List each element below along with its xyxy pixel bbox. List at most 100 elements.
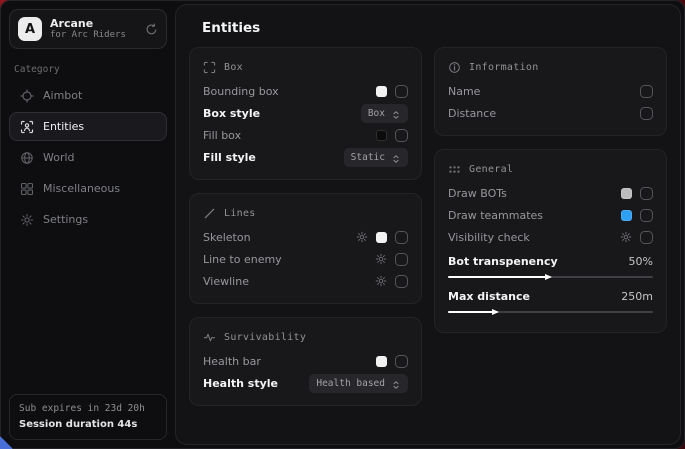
row-controls [620, 231, 653, 244]
sidebar-item-world[interactable]: World [9, 143, 167, 172]
color-swatch[interactable] [376, 86, 387, 97]
color-swatch[interactable] [376, 130, 387, 141]
color-swatch[interactable] [376, 356, 387, 367]
checkbox[interactable] [395, 231, 408, 244]
row-label: Health style [203, 377, 278, 390]
color-swatch[interactable] [621, 210, 632, 221]
lines-icon [203, 207, 216, 220]
row-label: Health bar [203, 355, 261, 368]
checkbox[interactable] [395, 129, 408, 142]
checkbox[interactable] [395, 85, 408, 98]
panel-general: GeneralDraw BOTsDraw teammatesVisibility… [434, 149, 667, 333]
brand-title: Arcane [50, 17, 126, 31]
panel-lines: LinesSkeletonLine to enemyViewline [189, 193, 422, 304]
selector-icon [391, 152, 401, 162]
globe-icon [20, 151, 34, 165]
color-swatch[interactable] [376, 232, 387, 243]
checkbox[interactable] [640, 107, 653, 120]
slider-bot-transpenency[interactable] [448, 276, 653, 278]
row-controls [356, 231, 408, 244]
slider-label-row: Max distance250m [448, 286, 653, 306]
sidebar-nav: Aimbot EntitiesWorldMiscellaneous Settings [9, 81, 167, 234]
entities-icon [20, 120, 34, 134]
main-content: Entities BoxBounding boxBox styleBoxFill… [175, 4, 681, 445]
survivability-icon [203, 331, 216, 344]
slider-label-row: Bot transpenency 50% [448, 251, 653, 271]
sidebar-item-miscellaneous[interactable]: Miscellaneous [9, 174, 167, 203]
row-line-to-enemy: Line to enemy [203, 248, 408, 270]
checkbox[interactable] [395, 355, 408, 368]
selector-icon [391, 108, 401, 118]
panel-header: Lines [203, 203, 408, 223]
sidebar-item-entities[interactable]: Entities [9, 112, 167, 141]
checkbox[interactable] [395, 253, 408, 266]
slider-value: 50% [629, 255, 653, 268]
gear-icon [20, 213, 34, 227]
selector-icon [391, 378, 401, 388]
color-swatch[interactable] [621, 188, 632, 199]
brand-card: A Arcane for Arc Riders [9, 9, 167, 49]
row-label: Skeleton [203, 231, 251, 244]
panel-header: General [448, 159, 653, 179]
slider-row-bot-transpenency: Bot transpenency 50% [448, 251, 653, 278]
crosshair-icon [20, 89, 34, 103]
row-name: Name [448, 80, 653, 102]
gear-icon[interactable] [375, 253, 387, 265]
refresh-icon[interactable] [145, 23, 158, 36]
row-controls [375, 253, 408, 266]
checkbox[interactable] [640, 85, 653, 98]
row-draw-teammates: Draw teammates [448, 204, 653, 226]
checkbox[interactable] [640, 231, 653, 244]
row-label: Visibility check [448, 231, 530, 244]
slider-thumb[interactable] [492, 309, 499, 315]
page-title: Entities [202, 20, 680, 36]
panel-column-2: Information NameDistance GeneralDraw BOTsD… [434, 47, 667, 333]
category-label: Category [14, 64, 162, 75]
row-label: Bot transpenency [448, 255, 558, 268]
sidebar-item-label: Aimbot [43, 89, 82, 102]
sidebar-item-settings[interactable]: Settings [9, 205, 167, 234]
panel-title: Information [469, 62, 539, 73]
sidebar: A Arcane for Arc Riders Category Aimbot E… [1, 1, 175, 448]
general-icon [448, 163, 461, 176]
row-health-bar: Health bar [203, 350, 408, 372]
select-fill-style[interactable]: Static [344, 148, 408, 167]
row-controls [621, 187, 653, 200]
slider-max-distance[interactable] [448, 311, 653, 313]
panel-title: Survivability [224, 332, 306, 343]
row-health-style: Health style Health based [203, 372, 408, 394]
slider-fill [448, 276, 548, 278]
slider-thumb[interactable] [545, 274, 552, 280]
subscription-card: Sub expires in 23d 20h Session duration … [9, 394, 167, 440]
sidebar-item-aimbot[interactable]: Aimbot [9, 81, 167, 110]
gear-icon[interactable] [620, 231, 632, 243]
gear-icon[interactable] [356, 231, 368, 243]
row-fill-style: Fill style Static [203, 146, 408, 168]
checkbox[interactable] [395, 275, 408, 288]
slider-value: 250m [621, 290, 653, 303]
row-controls [375, 275, 408, 288]
panel-column-1: BoxBounding boxBox styleBoxFill boxFill … [189, 47, 422, 406]
sidebar-item-label: Settings [43, 213, 88, 226]
grid-icon [20, 182, 34, 196]
panel-title: Lines [224, 208, 256, 219]
screen: A Arcane for Arc Riders Category Aimbot E… [0, 0, 685, 449]
checkbox[interactable] [640, 187, 653, 200]
sub-expiry-text: Sub expires in 23d 20h [19, 402, 157, 417]
select-box-style[interactable]: Box [361, 104, 408, 123]
row-distance: Distance [448, 102, 653, 124]
gear-icon[interactable] [375, 275, 387, 287]
checkbox[interactable] [640, 209, 653, 222]
row-label: Draw teammates [448, 209, 543, 222]
row-bounding-box: Bounding box [203, 80, 408, 102]
row-label: Fill style [203, 151, 256, 164]
row-controls: Health based [309, 374, 408, 393]
panel-title: Box [224, 62, 243, 73]
session-duration-text: Session duration 44s [19, 417, 157, 433]
row-label: Box style [203, 107, 260, 120]
select-health-style[interactable]: Health based [309, 374, 408, 393]
panel-information: Information NameDistance [434, 47, 667, 136]
row-skeleton: Skeleton [203, 226, 408, 248]
row-controls [376, 129, 408, 142]
row-fill-box: Fill box [203, 124, 408, 146]
